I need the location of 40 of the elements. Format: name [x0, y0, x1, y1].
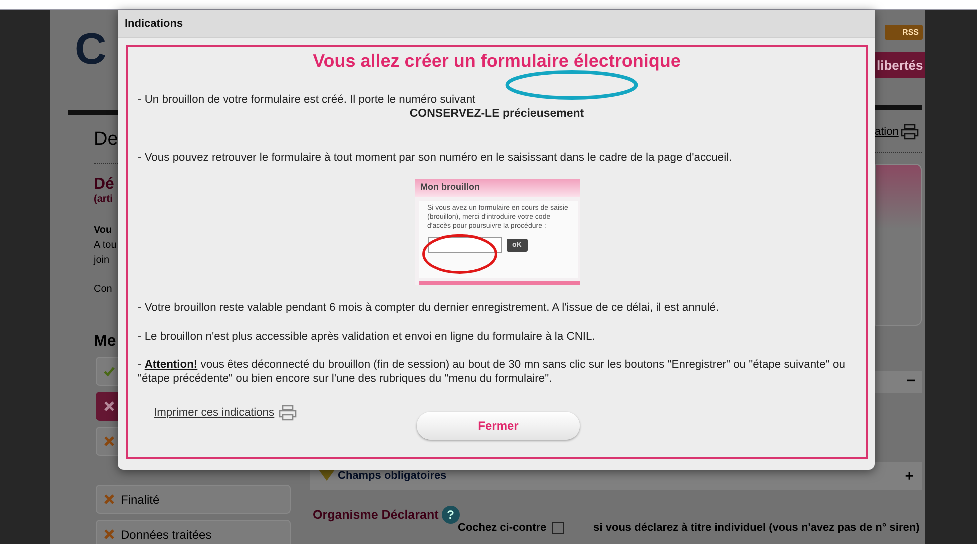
intro-text: join: [94, 254, 111, 268]
help-icon[interactable]: ?: [442, 506, 460, 524]
page-title: De: [94, 129, 118, 151]
close-button[interactable]: Fermer: [417, 412, 580, 440]
required-fields-label: Champs obligatoires: [338, 470, 448, 482]
printer-icon[interactable]: [900, 124, 919, 140]
expand-toggle[interactable]: +: [905, 468, 914, 484]
paragraph: - Attention! vous êtes déconnecté du brouillon (fin de session) au bout de 30 mn sans clic sur les boutons "Enregistrer" ou "étape suivante" ou "étape précédente" ou bien encore sur l'une des rubriques du "menu du formulaire".: [138, 358, 846, 386]
checkbox-label: Cochez ci-contre: [458, 522, 547, 534]
paragraph: - Vous pouvez retrouver le formulaire à tout moment par son numéro en le saisissant dans le cadre de la page d'accueil.: [138, 151, 734, 165]
paragraph: - Le brouillon n'est plus accessible après validation et envoi en ligne du formulaire à la CNIL.: [138, 330, 596, 344]
menu-item[interactable]: Données traitées: [96, 520, 291, 544]
cross-icon: [104, 529, 115, 540]
dialog-heading: Vous allez créer un formulaire électronique: [312, 51, 682, 73]
collapse-bar[interactable]: −: [875, 371, 922, 393]
rss-badge[interactable]: RSS: [885, 25, 923, 40]
cross-icon: [104, 494, 115, 505]
paragraph: - Votre brouillon reste valable pendant 6 mois à compter du dernier enregistrement. A l'issue de ce délai, il est annulé.: [138, 301, 720, 315]
print-link[interactable]: Imprimer ces indications: [154, 407, 275, 419]
banner: libertés: [875, 52, 925, 78]
section-title: Dé: [94, 176, 116, 194]
intro-text: Vou: [94, 224, 114, 238]
menu-title: Me: [94, 333, 118, 351]
section-subtitle: (arti: [94, 194, 114, 205]
section-heading: Organisme Déclarant: [313, 508, 439, 522]
widget-title: Mon brouillon: [420, 182, 480, 192]
print-link[interactable]: ation: [875, 126, 899, 138]
cross-icon: [104, 401, 115, 412]
emphasis-text: CONSERVEZ-LE précieusement: [408, 107, 586, 121]
intro-text: Con: [94, 283, 114, 297]
cross-icon: [104, 436, 115, 447]
check-icon: [104, 366, 115, 377]
dialog-title: Indications: [125, 18, 184, 30]
printer-icon[interactable]: [278, 405, 297, 421]
intro-text: A tou: [94, 239, 118, 253]
checkbox[interactable]: [552, 522, 564, 534]
paragraph: - Un brouillon de votre formulaire est créé. Il porte le numéro suivant: [138, 93, 477, 107]
menu-item[interactable]: Finalité: [96, 485, 291, 514]
logo: C: [75, 28, 108, 72]
checkbox-hint: si vous déclarez à titre individuel (vous n'avez pas de n° siren): [594, 522, 920, 534]
